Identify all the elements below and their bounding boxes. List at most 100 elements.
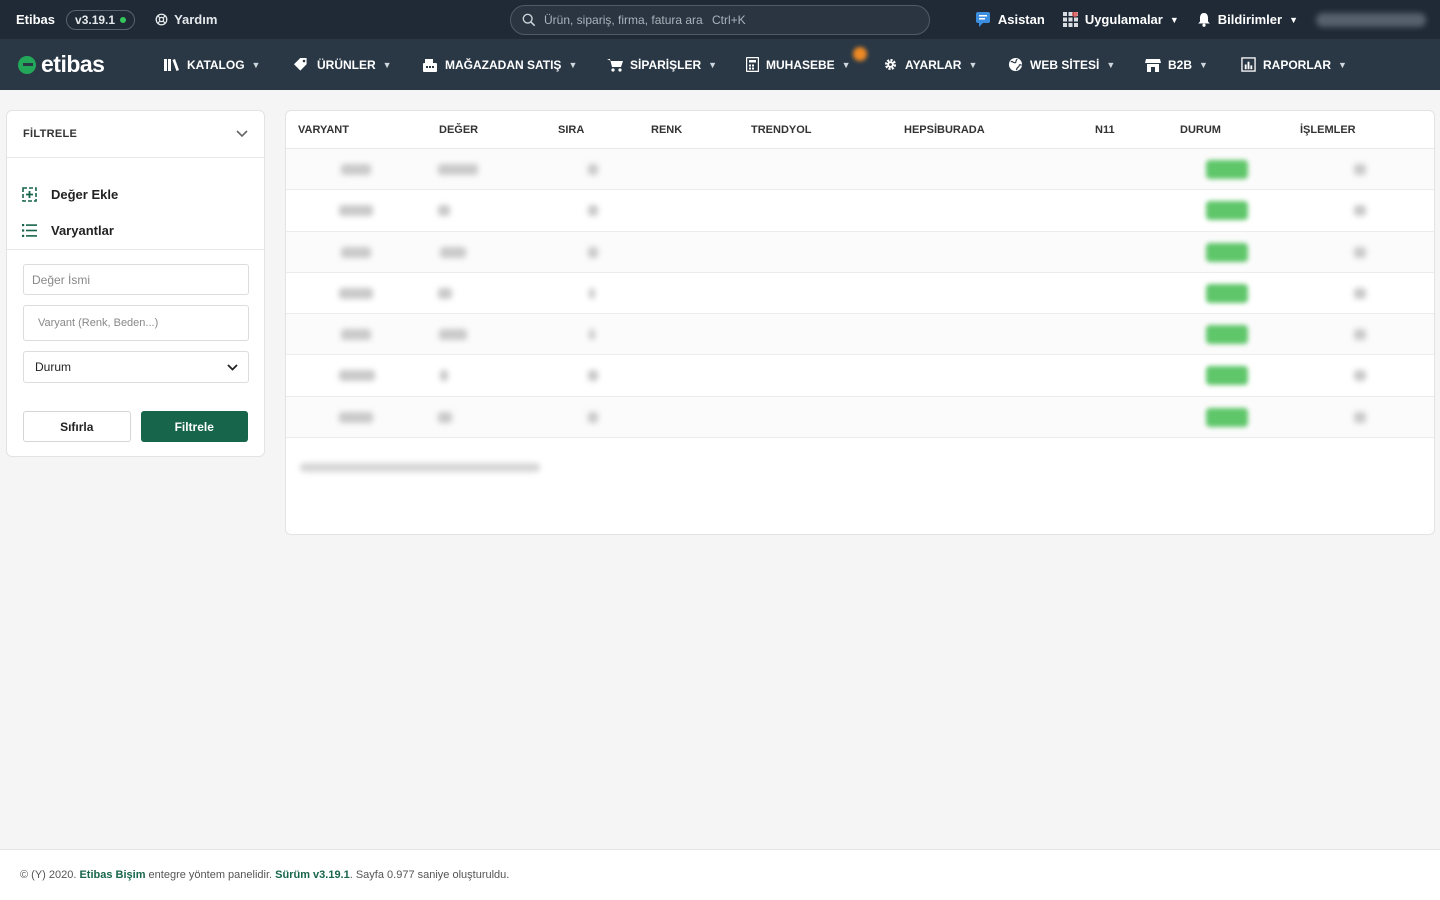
filter-links: Değer Ekle Varyantlar [7,158,264,250]
column-header[interactable]: N11 [1095,111,1115,149]
chevron-down-icon: ▼ [251,59,261,70]
blurred-cell [439,329,467,341]
table-row[interactable] [286,396,1434,439]
chevron-down-icon: ▼ [382,59,392,70]
chevron-down-icon [227,363,238,371]
variants-label: Varyantlar [51,222,114,238]
main-nav: etibas KATALOG ▼ ÜRÜNLER ▼ MAĞAZADAN SAT… [0,39,1440,90]
search-input[interactable] [544,13,704,27]
actions-icon[interactable] [1354,411,1366,423]
logo-text: etibas [41,51,105,77]
column-header[interactable]: İŞLEMLER [1300,111,1356,149]
report-icon [1241,57,1256,72]
cart-icon [607,58,623,72]
status-badge [1206,242,1248,262]
table-row[interactable] [286,149,1434,191]
chevron-down-icon: ▼ [1199,59,1208,70]
reset-button[interactable]: Sıfırla [23,411,131,442]
blurred-cell [341,329,371,341]
status-select-value: Durum [35,360,72,374]
table-row[interactable] [286,231,1434,273]
books-icon [164,59,179,71]
blurred-cell [339,287,373,299]
blurred-cell [589,329,595,341]
blurred-cell [438,205,450,217]
blurred-cell [589,287,595,299]
blurred-cell [588,246,598,258]
nav-raporlar[interactable]: RAPORLAR ▼ [1241,39,1347,90]
apps-label: Uygulamalar [1084,12,1163,27]
status-dot-icon [120,16,127,23]
actions-icon[interactable] [1354,164,1366,175]
nav-label: SİPARİŞLER [630,57,702,72]
user-menu-blurred[interactable] [1316,12,1426,27]
nav-urunler[interactable]: ÜRÜNLER ▼ [293,39,392,90]
actions-icon[interactable] [1354,370,1366,382]
blurred-cell [438,287,452,299]
chevron-down-icon: ▼ [841,59,851,70]
column-header[interactable]: DURUM [1180,111,1221,149]
blurred-cell [588,370,598,382]
column-header[interactable]: DEĞER [439,111,478,149]
variant-values-table: VARYANT DEĞER SIRA RENK TRENDYOL HEPSİBU… [285,110,1435,535]
variant-input[interactable] [23,305,249,341]
nav-siparisler[interactable]: SİPARİŞLER ▼ [607,39,717,90]
global-search[interactable]: Ctrl+K [510,5,930,35]
actions-icon[interactable] [1354,246,1366,258]
column-header[interactable]: VARYANT [298,111,349,149]
calculator-icon [746,57,759,72]
chat-icon [975,12,990,27]
blurred-cell [339,205,373,217]
globe-icon [1008,57,1023,72]
nav-muhasebe[interactable]: MUHASEBE ▼ [746,39,851,90]
blurred-cell [438,411,452,423]
chevron-down-icon: ▼ [708,59,718,70]
blurred-cell [440,370,448,382]
nav-ayarlar[interactable]: AYARLAR ▼ [883,39,977,90]
chevron-down-icon: ▼ [968,59,978,70]
actions-icon[interactable] [1354,205,1366,217]
add-square-icon [22,186,37,202]
blurred-cell [341,246,371,258]
filter-button[interactable]: Filtrele [140,411,248,442]
chevron-down-icon: ▼ [1106,59,1116,70]
filter-form: Durum Sıfırla Filtrele [7,250,264,456]
brand-name[interactable]: Etibas [16,12,55,27]
chevron-down-icon: ▼ [568,59,578,70]
column-header[interactable]: SIRA [558,111,584,149]
nav-magazadan-satis[interactable]: MAĞAZADAN SATIŞ ▼ [422,39,577,90]
table-row[interactable] [286,314,1434,356]
column-header[interactable]: TRENDYOL [751,111,812,149]
column-header[interactable]: RENK [651,111,682,149]
table-row[interactable] [286,355,1434,397]
status-select[interactable]: Durum [23,351,249,383]
chevron-down-icon[interactable] [236,130,248,138]
table-row[interactable] [286,190,1434,232]
search-shortcut: Ctrl+K [712,13,746,27]
filter-header[interactable]: FİLTRELE [7,111,264,158]
blurred-cell [588,411,598,423]
value-name-input[interactable] [23,264,249,295]
column-header[interactable]: HEPSİBURADA [904,111,985,149]
apps-menu[interactable]: Uygulamalar ▼ [1062,12,1179,27]
status-badge [1206,160,1248,179]
version-link[interactable]: Sürüm v3.19.1 [275,869,350,881]
company-link[interactable]: Etibas Bişim [79,869,145,881]
top-bar: Etibas v3.19.1 Yardım Ctrl+K Asistan Uyg… [0,0,1440,39]
table-row[interactable] [286,273,1434,315]
blurred-cell [339,411,373,423]
actions-icon[interactable] [1354,329,1366,341]
notifications-menu[interactable]: Bildirimler ▼ [1197,12,1298,27]
actions-icon[interactable] [1354,287,1366,299]
add-value-link[interactable]: Değer Ekle [22,176,249,212]
nav-b2b[interactable]: B2B ▼ [1145,39,1208,90]
variants-link[interactable]: Varyantlar [22,212,249,248]
nav-web-sitesi[interactable]: WEB SİTESİ ▼ [1008,39,1115,90]
help-link[interactable]: Yardım [155,12,217,27]
logo[interactable]: etibas [18,51,158,78]
nav-label: MAĞAZADAN SATIŞ [445,57,562,72]
search-icon [522,13,536,27]
table-header: VARYANT DEĞER SIRA RENK TRENDYOL HEPSİBU… [286,111,1434,149]
assistant-button[interactable]: Asistan [975,11,1045,28]
nav-katalog[interactable]: KATALOG ▼ [164,39,260,90]
